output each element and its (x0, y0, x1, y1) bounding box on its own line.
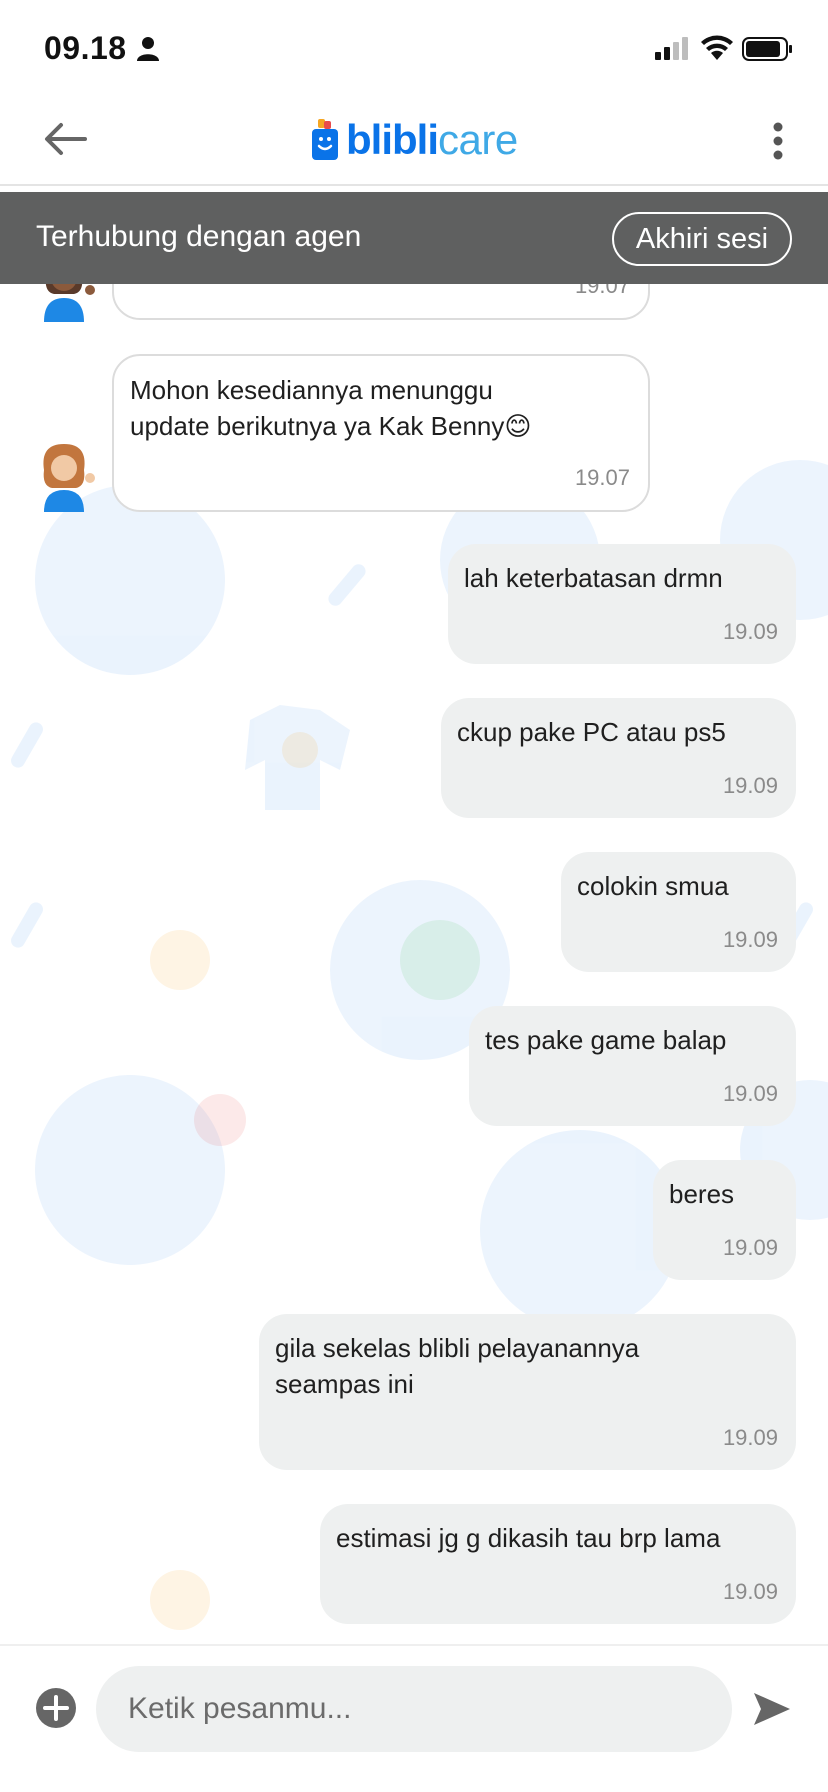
message-composer (0, 1644, 828, 1792)
send-icon[interactable] (752, 1690, 792, 1728)
status-bar: 09.18 (0, 0, 828, 100)
logo-suffix-text: care (438, 116, 518, 163)
chat-area[interactable]: 19.07 Mohon kesediannya menunggu update … (0, 284, 828, 1644)
message-time: 19.09 (722, 1425, 778, 1450)
message-text: colokin smua (577, 871, 729, 901)
message-bubble-outgoing: beres 19.09 (653, 1160, 796, 1280)
blibli-care-logo: blibli care (310, 112, 518, 168)
agent-avatar (44, 284, 95, 322)
message-input[interactable] (96, 1666, 732, 1752)
battery-icon (742, 37, 792, 61)
app-root: 09.18 blibli care Terhubung dengan agen … (0, 0, 828, 1792)
shopping-bag-logo-icon (312, 119, 338, 160)
signal-icon (655, 37, 688, 60)
message-text: Mohon kesediannya menunggu update beriku… (130, 375, 532, 441)
message-bubble-outgoing: ckup pake PC atau ps5 19.09 (441, 698, 796, 818)
app-header: blibli care (0, 100, 828, 186)
message-text: beres (669, 1179, 735, 1209)
message-time: 19.07 (574, 284, 630, 298)
wifi-icon (701, 35, 733, 60)
more-vertical-icon (773, 122, 783, 160)
message-bubble-outgoing: estimasi jg g dikasih tau brp lama 19.09 (320, 1504, 796, 1624)
end-session-button[interactable]: Akhiri sesi (612, 212, 792, 266)
message-time: 19.09 (722, 619, 778, 644)
message-time: 19.09 (722, 773, 778, 798)
message-bubble-outgoing: gila sekelas blibli pelayanannya seampas… (259, 1314, 796, 1470)
message-bubble-outgoing: lah keterbatasan drmn 19.09 (448, 544, 796, 664)
more-options-button[interactable] (758, 116, 798, 166)
message-text: tes pake game balap (485, 1025, 727, 1055)
message-time: 19.07 (574, 465, 630, 490)
agent-avatar (43, 444, 95, 512)
add-circle-icon[interactable] (34, 1686, 78, 1730)
back-button[interactable] (40, 114, 90, 164)
back-arrow-icon (45, 123, 87, 155)
message-bubble-incoming: Mohon kesediannya menunggu update beriku… (112, 354, 650, 512)
session-banner: Terhubung dengan agen Akhiri sesi (0, 192, 828, 284)
message-bubble-incoming: 19.07 (112, 284, 650, 320)
session-status-text: Terhubung dengan agen (36, 220, 362, 253)
person-icon (137, 37, 159, 61)
status-time: 09.18 (44, 30, 127, 66)
message-time: 19.09 (722, 1579, 778, 1604)
message-bubble-outgoing: tes pake game balap 19.09 (469, 1006, 796, 1126)
message-text: lah keterbatasan drmn (464, 563, 723, 593)
message-text: estimasi jg g dikasih tau brp lama (336, 1523, 721, 1553)
message-time: 19.09 (722, 927, 778, 952)
message-text: gila sekelas blibli pelayanannya seampas… (275, 1333, 640, 1399)
message-time: 19.09 (722, 1235, 778, 1260)
message-time: 19.09 (722, 1081, 778, 1106)
message-text: ckup pake PC atau ps5 (457, 717, 726, 747)
message-bubble-outgoing: colokin smua 19.09 (561, 852, 796, 972)
logo-brand-text: blibli (346, 116, 439, 163)
